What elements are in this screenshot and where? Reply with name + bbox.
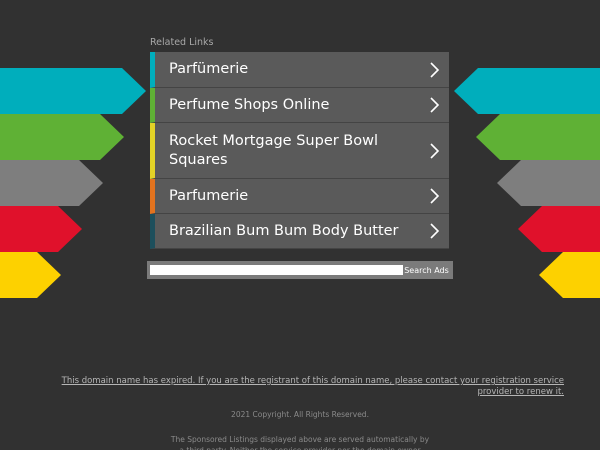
decor-arrow-left-green bbox=[0, 114, 124, 160]
sponsored-listings-notice: The Sponsored Listings displayed above a… bbox=[170, 435, 430, 450]
chevron-right-icon bbox=[430, 97, 440, 113]
search-input[interactable] bbox=[150, 265, 403, 275]
decor-arrow-left-gray bbox=[0, 160, 103, 206]
decor-arrow-right-green bbox=[476, 114, 600, 160]
decor-arrow-right-cyan bbox=[454, 68, 600, 114]
decor-arrow-left-cyan bbox=[0, 68, 146, 114]
related-links-list: Parfümerie Perfume Shops Online Rocket M… bbox=[150, 52, 449, 249]
copyright-text: 2021 Copyright. All Rights Reserved. bbox=[231, 410, 369, 419]
chevron-right-icon bbox=[430, 223, 440, 239]
chevron-right-icon bbox=[430, 188, 440, 204]
parked-domain-page: Related Links Parfümerie Perfume Shops O… bbox=[0, 0, 600, 450]
related-link-label: Rocket Mortgage Super Bowl Squares bbox=[169, 132, 379, 168]
search-bar: Search Ads bbox=[147, 261, 453, 279]
domain-expired-link[interactable]: This domain name has expired. If you are… bbox=[40, 376, 564, 398]
related-links-title: Related Links bbox=[150, 37, 214, 48]
decor-arrow-right-gray bbox=[497, 160, 600, 206]
related-link-parfumerie[interactable]: Parfümerie bbox=[150, 52, 449, 88]
decor-arrow-right-yellow bbox=[539, 252, 600, 298]
decor-arrow-left-red bbox=[0, 206, 82, 252]
decor-arrow-right-red bbox=[518, 206, 600, 252]
related-link-label: Brazilian Bum Bum Body Butter bbox=[169, 222, 399, 239]
related-link-perfume-shops-online[interactable]: Perfume Shops Online bbox=[150, 88, 449, 123]
search-ads-button[interactable]: Search Ads bbox=[403, 266, 450, 275]
chevron-right-icon bbox=[430, 61, 440, 78]
related-link-label: Perfume Shops Online bbox=[169, 96, 330, 113]
related-link-parfumerie-alt[interactable]: Parfumerie bbox=[150, 179, 449, 214]
related-link-brazilian-bum-bum[interactable]: Brazilian Bum Bum Body Butter bbox=[150, 214, 449, 249]
related-link-label: Parfumerie bbox=[169, 187, 249, 204]
related-link-rocket-mortgage[interactable]: Rocket Mortgage Super Bowl Squares bbox=[150, 123, 449, 179]
chevron-right-icon bbox=[430, 142, 440, 159]
decor-arrow-left-yellow bbox=[0, 252, 61, 298]
related-link-label: Parfümerie bbox=[169, 61, 249, 77]
